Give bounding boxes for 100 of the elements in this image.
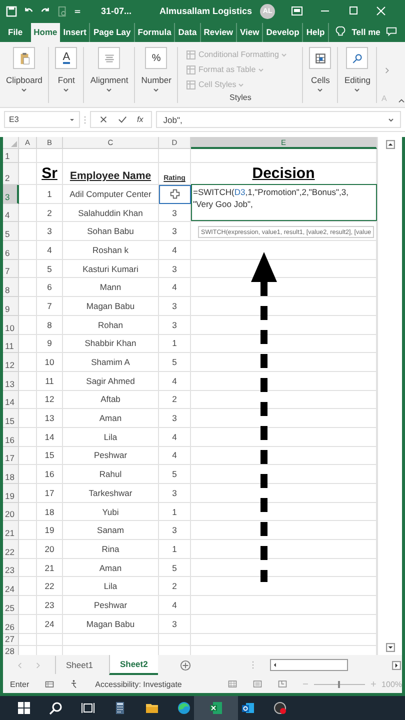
- caret-icon[interactable]: [63, 88, 70, 92]
- row-header[interactable]: 3: [3, 185, 19, 204]
- row-header[interactable]: 26: [3, 614, 19, 634]
- row-header[interactable]: 15: [3, 409, 19, 428]
- font-button[interactable]: A: [55, 47, 78, 69]
- table-cell: 5: [47, 264, 52, 274]
- zoom-slider-thumb[interactable]: [338, 680, 340, 688]
- lightbulb-icon[interactable]: [334, 26, 346, 37]
- row-header[interactable]: 14: [3, 390, 19, 410]
- row-header[interactable]: 24: [3, 577, 19, 596]
- number-button[interactable]: %: [145, 47, 168, 69]
- row-header[interactable]: 19: [3, 484, 19, 503]
- row-header[interactable]: 16: [3, 428, 19, 447]
- grid-icon: [314, 52, 327, 64]
- column-title: Decision: [252, 165, 315, 182]
- caret-icon[interactable]: [106, 88, 112, 92]
- table-cell: 5: [172, 357, 177, 368]
- table-cell: 17: [44, 488, 54, 498]
- group-label: Clipboard: [6, 75, 42, 85]
- row-header[interactable]: 18: [3, 465, 19, 484]
- table-cell: 4: [172, 282, 177, 292]
- row-header[interactable]: 11: [3, 334, 19, 354]
- row-header[interactable]: 5: [3, 222, 19, 242]
- row-header[interactable]: 21: [3, 521, 19, 540]
- sheet-tab[interactable]: Sheet2: [108, 655, 158, 675]
- row-header[interactable]: 7: [3, 260, 19, 278]
- row-header[interactable]: 1: [3, 149, 19, 163]
- table-cell: 3: [172, 264, 177, 274]
- comment-icon[interactable]: [386, 26, 397, 37]
- row-header[interactable]: 23: [3, 558, 19, 578]
- scroll-right-icon[interactable]: [392, 660, 401, 670]
- ribbon-tab[interactable]: File: [0, 23, 31, 42]
- table-cell: 5: [172, 562, 177, 573]
- save-icon[interactable]: [6, 6, 17, 16]
- group-label: Font: [58, 75, 75, 85]
- spreadsheet-app-icon[interactable]: [209, 701, 223, 715]
- row-header[interactable]: 8: [3, 278, 19, 298]
- caret-icon[interactable]: [354, 88, 360, 92]
- table-cell: 7: [47, 300, 52, 311]
- column-title: Employee Name: [70, 170, 152, 182]
- caret-icon[interactable]: [69, 118, 75, 122]
- table-cell: Salahuddin Khan: [78, 208, 143, 218]
- horizontal-scrollbar[interactable]: [270, 659, 348, 671]
- table-cell: 8: [47, 320, 52, 330]
- page-layout-icon[interactable]: [252, 679, 262, 689]
- calculator-icon[interactable]: [113, 701, 127, 715]
- row-header[interactable]: 22: [3, 540, 19, 559]
- row-header[interactable]: 13: [3, 372, 19, 391]
- row-header[interactable]: 25: [3, 596, 19, 615]
- row-header[interactable]: 4: [3, 204, 19, 222]
- recorder-app-icon[interactable]: [273, 701, 287, 715]
- folder-icon[interactable]: [145, 701, 159, 715]
- table-cell: 14: [44, 432, 54, 442]
- formula-field[interactable]: Job",: [156, 111, 401, 128]
- page-break-icon[interactable]: [278, 679, 287, 689]
- browser-icon[interactable]: [177, 701, 191, 715]
- group-label: Number: [141, 75, 172, 85]
- caret-icon[interactable]: [153, 88, 160, 92]
- row-header[interactable]: 17: [3, 446, 19, 466]
- collapse-ribbon-icon[interactable]: [398, 98, 405, 103]
- accessibility-status[interactable]: Accessibility: Investigate: [95, 680, 182, 688]
- expand-caret-icon[interactable]: [388, 118, 394, 122]
- ribbon-tab[interactable]: Home: [30, 23, 60, 42]
- sheet-tab[interactable]: Sheet1: [55, 656, 103, 674]
- row-header[interactable]: 10: [3, 316, 19, 334]
- cells-button[interactable]: [309, 47, 332, 69]
- caret-icon[interactable]: [317, 88, 324, 92]
- row-header[interactable]: 2: [3, 163, 19, 185]
- row-header[interactable]: 9: [3, 297, 19, 316]
- ribbon-display-icon[interactable]: [291, 6, 304, 16]
- insert-function-button[interactable]: fx: [137, 115, 144, 124]
- task-view-icon[interactable]: [81, 701, 95, 715]
- row-header[interactable]: 27: [3, 634, 19, 646]
- scroll-up-icon[interactable]: [386, 140, 394, 149]
- row-header[interactable]: 20: [3, 502, 19, 522]
- clipboard-button[interactable]: [13, 47, 36, 69]
- scroll-down-icon[interactable]: [386, 643, 394, 652]
- macro-record-icon[interactable]: [45, 679, 54, 689]
- search-icon[interactable]: [49, 701, 63, 715]
- enter-check-icon[interactable]: [118, 115, 127, 124]
- editing-button[interactable]: [346, 47, 368, 69]
- table-cell: Rohan: [98, 320, 124, 330]
- caret-icon[interactable]: [21, 88, 28, 92]
- cell-editor[interactable]: =SWITCH(D3,1,"Promotion",2,"Bonus",3, "Very Goo Job",: [191, 184, 377, 221]
- table-cell: Rina: [102, 544, 120, 554]
- normal-view-icon[interactable]: [228, 679, 237, 689]
- table-cell: 12: [44, 394, 54, 404]
- group-label: Styles: [230, 93, 252, 102]
- table-cell: Peshwar: [94, 600, 128, 610]
- tell-me-field[interactable]: Tell me: [350, 23, 384, 42]
- close-icon[interactable]: [375, 6, 388, 16]
- row-header[interactable]: 6: [3, 241, 19, 260]
- windows-start-icon[interactable]: [17, 701, 31, 715]
- mail-app-icon[interactable]: [241, 701, 255, 715]
- account-name: Almusallam Logistics: [160, 6, 252, 16]
- row-header[interactable]: 12: [3, 353, 19, 372]
- maximize-icon[interactable]: [347, 6, 360, 16]
- cancel-icon[interactable]: [99, 115, 108, 124]
- name-box[interactable]: E3: [4, 111, 80, 128]
- add-sheet-icon[interactable]: [180, 660, 191, 670]
